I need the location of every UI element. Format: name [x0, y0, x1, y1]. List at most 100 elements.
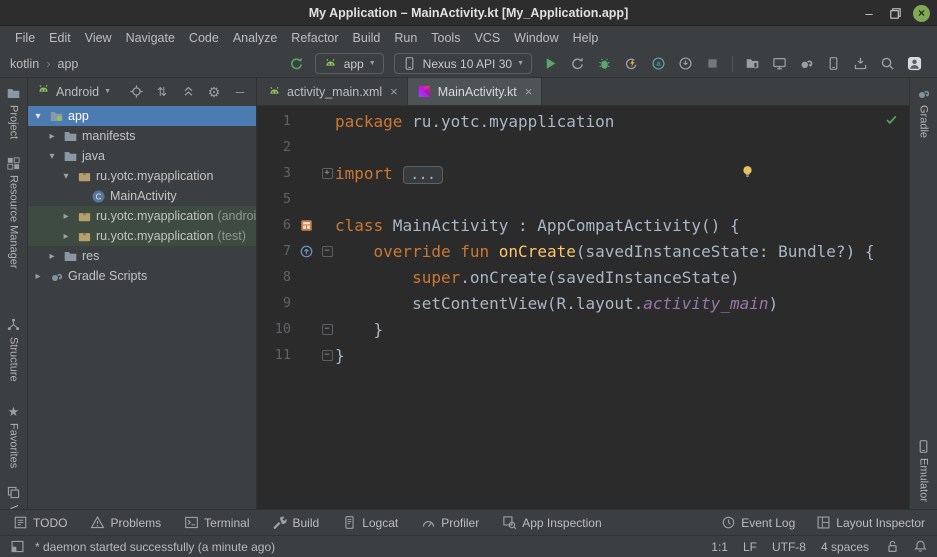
- toolwindow-event-log[interactable]: Event Log: [720, 515, 795, 531]
- fold-marker[interactable]: −: [319, 324, 335, 335]
- line-ending[interactable]: LF: [743, 540, 757, 554]
- chevron-right-icon[interactable]: ▸: [46, 251, 58, 262]
- avatar-button[interactable]: [902, 53, 927, 75]
- chevron-down-icon[interactable]: ▾: [46, 151, 58, 162]
- code-editor[interactable]: 1package ru.yotc.myapplication23+import …: [257, 106, 909, 509]
- inspections-ok-icon[interactable]: [883, 111, 899, 131]
- tree-item-ru-yotc-myapplication-test[interactable]: ▸ru.yotc.myapplication(test): [28, 226, 256, 246]
- tool-stripe-project[interactable]: Project: [6, 81, 22, 143]
- device-manager-button[interactable]: [821, 53, 846, 75]
- close-button[interactable]: ×: [913, 5, 930, 22]
- chevron-down-icon[interactable]: ▾: [60, 171, 72, 182]
- restore-button[interactable]: [887, 5, 903, 21]
- collapse-all-button[interactable]: [179, 83, 197, 101]
- sort-button[interactable]: ⇅: [153, 83, 171, 101]
- device-select[interactable]: Nexus 10 API 30▼: [394, 53, 532, 74]
- device-file-explorer-button[interactable]: [740, 53, 765, 75]
- chevron-right-icon[interactable]: ▸: [32, 271, 44, 282]
- titlebar[interactable]: My Application – MainActivity.kt [My_App…: [0, 0, 937, 26]
- related-files-gutter[interactable]: [293, 217, 319, 233]
- tool-stripe-favorites[interactable]: ★Favorites: [6, 399, 22, 472]
- editor-tab-activity-main-xml[interactable]: activity_main.xml×: [257, 78, 408, 105]
- toolwindow-build[interactable]: Build: [272, 515, 320, 531]
- run-config-select[interactable]: app▼: [315, 53, 384, 74]
- search-button[interactable]: [875, 53, 900, 75]
- menu-tools[interactable]: Tools: [424, 31, 467, 45]
- intention-bulb-icon[interactable]: [739, 163, 755, 183]
- restart-button[interactable]: [565, 53, 590, 75]
- emulator-monitor-button[interactable]: [767, 53, 792, 75]
- caret-position[interactable]: 1:1: [711, 540, 728, 554]
- tree-item-res[interactable]: ▸res: [28, 246, 256, 266]
- fold-marker[interactable]: −: [319, 246, 335, 257]
- code-line-9[interactable]: 9 setContentView(R.layout.activity_main): [257, 290, 909, 316]
- close-tab-icon[interactable]: ×: [525, 84, 533, 99]
- code-line-1[interactable]: 1package ru.yotc.myapplication: [257, 108, 909, 134]
- menu-build[interactable]: Build: [346, 31, 388, 45]
- menu-run[interactable]: Run: [387, 31, 424, 45]
- chevron-right-icon[interactable]: ▸: [60, 211, 72, 222]
- code-line-8[interactable]: 8 super.onCreate(savedInstanceState): [257, 264, 909, 290]
- toolwindow-app-inspection[interactable]: App Inspection: [501, 515, 601, 531]
- code-line-7[interactable]: 7− override fun onCreate(savedInstanceSt…: [257, 238, 909, 264]
- menu-analyze[interactable]: Analyze: [226, 31, 284, 45]
- chevron-down-icon[interactable]: ▾: [32, 111, 44, 122]
- tool-stripe-variants[interactable]: Variants: [6, 481, 22, 509]
- menu-view[interactable]: View: [78, 31, 119, 45]
- tool-stripe-resource-manager[interactable]: Resource Manager: [6, 151, 22, 273]
- apply-changes-button[interactable]: [619, 53, 644, 75]
- code-line-6[interactable]: 6class MainActivity : AppCompatActivity(…: [257, 212, 909, 238]
- toolwindow-logcat[interactable]: Logcat: [341, 515, 398, 531]
- tree-item-app[interactable]: ▾app: [28, 106, 256, 126]
- indent-setting[interactable]: 4 spaces: [821, 540, 869, 554]
- minimize-button[interactable]: –: [861, 5, 877, 21]
- gradle-sync-button[interactable]: [794, 53, 819, 75]
- toolwindow-profiler[interactable]: Profiler: [420, 515, 479, 531]
- close-tab-icon[interactable]: ×: [390, 84, 398, 99]
- editor-tab-mainactivity-kt[interactable]: MainActivity.kt×: [408, 78, 543, 105]
- menu-window[interactable]: Window: [507, 31, 565, 45]
- tool-stripe-structure[interactable]: Structure: [6, 313, 22, 386]
- project-view-selector[interactable]: Android: [56, 85, 99, 99]
- settings-button[interactable]: ⚙: [205, 83, 223, 101]
- code-line-10[interactable]: 10− }: [257, 316, 909, 342]
- menu-navigate[interactable]: Navigate: [119, 31, 182, 45]
- tree-item-ru-yotc-myapplication-androidtest[interactable]: ▸ru.yotc.myapplication(androidTest): [28, 206, 256, 226]
- tree-item-gradle-scripts[interactable]: ▸Gradle Scripts: [28, 266, 256, 286]
- stop-button[interactable]: [700, 53, 725, 75]
- code-line-5[interactable]: 5: [257, 186, 909, 212]
- profiler-button[interactable]: a: [646, 53, 671, 75]
- toolwindow-toggle-button[interactable]: [9, 539, 25, 555]
- breadcrumb-kotlin[interactable]: kotlin: [10, 57, 39, 71]
- code-line-11[interactable]: 11−}: [257, 342, 909, 368]
- tree-item-java[interactable]: ▾java: [28, 146, 256, 166]
- fold-marker[interactable]: −: [319, 350, 335, 361]
- menu-file[interactable]: File: [8, 31, 42, 45]
- tree-item-ru-yotc-myapplication[interactable]: ▾ru.yotc.myapplication: [28, 166, 256, 186]
- attach-debugger-button[interactable]: [673, 53, 698, 75]
- status-message[interactable]: * daemon started successfully (a minute …: [35, 540, 275, 554]
- chevron-right-icon[interactable]: ▸: [46, 131, 58, 142]
- chevron-right-icon[interactable]: ▸: [60, 231, 72, 242]
- toolwindow-todo[interactable]: TODO: [12, 515, 67, 531]
- menu-vcs[interactable]: VCS: [467, 31, 507, 45]
- toolwindow-layout-inspector[interactable]: Layout Inspector: [815, 515, 925, 531]
- code-line-2[interactable]: 2: [257, 134, 909, 160]
- hide-button[interactable]: ─: [231, 83, 249, 101]
- toolwindow-problems[interactable]: Problems: [89, 515, 161, 531]
- locate-button[interactable]: [127, 83, 145, 101]
- tree-item-manifests[interactable]: ▸manifests: [28, 126, 256, 146]
- sdk-manager-button[interactable]: [848, 53, 873, 75]
- sync-arrow-button[interactable]: [284, 53, 309, 75]
- run-button[interactable]: [538, 53, 563, 75]
- menu-refactor[interactable]: Refactor: [284, 31, 345, 45]
- unlock-button[interactable]: [884, 539, 900, 555]
- menu-edit[interactable]: Edit: [42, 31, 78, 45]
- debug-button[interactable]: [592, 53, 617, 75]
- notifications-button[interactable]: [912, 539, 928, 555]
- menu-code[interactable]: Code: [182, 31, 226, 45]
- toolwindow-terminal[interactable]: Terminal: [183, 515, 249, 531]
- breadcrumb-app[interactable]: app: [58, 57, 79, 71]
- fold-marker[interactable]: +: [319, 168, 335, 179]
- tool-stripe-gradle[interactable]: Gradle: [916, 81, 932, 142]
